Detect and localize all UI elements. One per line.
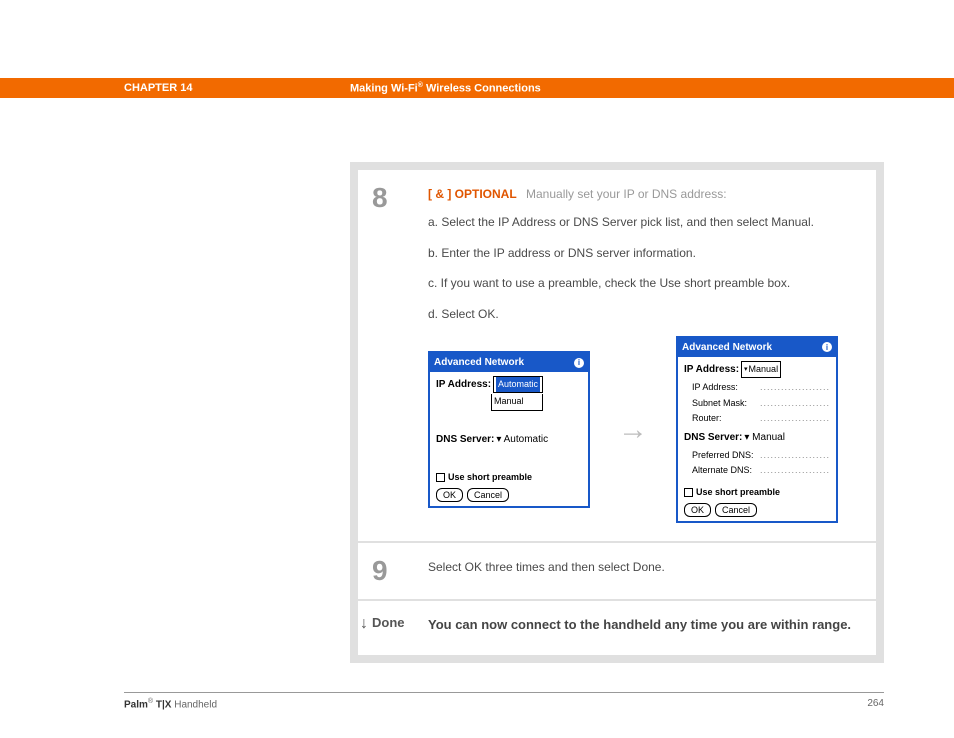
done-label-cell: ↓ Done <box>358 601 428 655</box>
palm-title-right: Advanced Network <box>682 339 772 356</box>
screenshots-row: Advanced Network i IP Address: Automatic… <box>428 336 862 523</box>
step-8-row: 8 [ & ] OPTIONAL Manually set your IP or… <box>358 170 876 541</box>
done-arrow-icon: ↓ <box>360 616 368 632</box>
ip-label-left: IP Address: <box>436 376 491 393</box>
info-icon: i <box>822 342 832 352</box>
step-8-list: a. Select the IP Address or DNS Server p… <box>428 212 862 324</box>
dns-label-left: DNS Server: <box>436 431 494 448</box>
dns-row-right: DNS Server: ▾ Manual <box>684 429 830 446</box>
palm-body-left: IP Address: Automatic Manual DNS Server:… <box>430 372 588 506</box>
preamble-label-right: Use short preamble <box>696 485 780 500</box>
dns-label-right: DNS Server: <box>684 429 742 446</box>
step-number-cell: 9 <box>358 543 428 599</box>
chapter-header: CHAPTER 14 Making Wi-Fi® Wireless Connec… <box>124 78 884 98</box>
step-9-row: 9 Select OK three times and then select … <box>358 541 876 599</box>
footer-divider <box>124 692 884 693</box>
ip-row-left: IP Address: Automatic <box>436 376 582 393</box>
palm-body-right: IP Address: ▾ Manual IP Address:........… <box>678 357 836 521</box>
footer-brand: Palm® T|X Handheld <box>124 698 217 710</box>
ip-dropdown-left[interactable]: Automatic <box>493 376 543 393</box>
palm-buttons-right: OK Cancel <box>684 503 830 517</box>
preamble-checkbox-right[interactable] <box>684 488 693 497</box>
ip-row-right: IP Address: ▾ Manual <box>684 361 830 378</box>
arrow-icon: → <box>618 404 648 455</box>
optional-tag: [ & ] OPTIONAL <box>428 187 517 201</box>
palm-titlebar-right: Advanced Network i <box>678 338 836 357</box>
preamble-row-left: Use short preamble <box>436 470 582 485</box>
done-label: Done <box>372 615 405 630</box>
info-icon: i <box>574 358 584 368</box>
dns-dropdown-left[interactable]: ▾ Automatic <box>496 431 548 448</box>
step-8d: d. Select OK. <box>428 304 862 324</box>
palm-title-left: Advanced Network <box>434 354 524 371</box>
done-text: You can now connect to the handheld any … <box>428 601 876 655</box>
dns-dropdown-right[interactable]: ▾ Manual <box>744 429 785 446</box>
step-8-body: [ & ] OPTIONAL Manually set your IP or D… <box>428 170 876 541</box>
preamble-checkbox-left[interactable] <box>436 473 445 482</box>
page-footer: Palm® T|X Handheld 264 <box>124 698 884 710</box>
palm-window-right: Advanced Network i IP Address: ▾ Manual … <box>676 336 838 523</box>
step-8a: a. Select the IP Address or DNS Server p… <box>428 212 862 232</box>
palm-titlebar-left: Advanced Network i <box>430 353 588 372</box>
step-number: 8 <box>372 182 428 214</box>
ip-address-sub: IP Address:.................... <box>684 380 830 395</box>
chapter-number: CHAPTER 14 <box>124 82 350 94</box>
ip-option-manual[interactable]: Manual <box>491 394 543 410</box>
palm-window-left: Advanced Network i IP Address: Automatic… <box>428 351 590 508</box>
chapter-title: Making Wi-Fi® Wireless Connections <box>350 82 541 95</box>
pref-dns-sub: Preferred DNS:.................... <box>684 448 830 463</box>
preamble-label-left: Use short preamble <box>448 470 532 485</box>
router-sub: Router:.................... <box>684 411 830 426</box>
step-8-intro: [ & ] OPTIONAL Manually set your IP or D… <box>428 184 862 204</box>
step-number-cell: 8 <box>358 170 428 541</box>
step-8c: c. If you want to use a preamble, check … <box>428 273 862 293</box>
step-number: 9 <box>372 555 428 587</box>
step-9-body: Select OK three times and then select Do… <box>428 543 876 599</box>
document-page: CHAPTER 14 Making Wi-Fi® Wireless Connec… <box>0 0 954 738</box>
page-number: 264 <box>867 698 884 710</box>
step-8b: b. Enter the IP address or DNS server in… <box>428 243 862 263</box>
cancel-button-right[interactable]: Cancel <box>715 503 757 517</box>
ok-button-left[interactable]: OK <box>436 488 463 502</box>
ok-button-right[interactable]: OK <box>684 503 711 517</box>
optional-intro-text: Manually set your IP or DNS address: <box>526 187 727 201</box>
palm-buttons-left: OK Cancel <box>436 488 582 502</box>
step-9-text: Select OK three times and then select Do… <box>428 560 665 574</box>
cancel-button-left[interactable]: Cancel <box>467 488 509 502</box>
preamble-row-right: Use short preamble <box>684 485 830 500</box>
ip-label-right: IP Address: <box>684 361 739 378</box>
subnet-sub: Subnet Mask:.................... <box>684 396 830 411</box>
alt-dns-sub: Alternate DNS:.................... <box>684 463 830 478</box>
dns-row-left: DNS Server: ▾ Automatic <box>436 431 582 448</box>
steps-container: 8 [ & ] OPTIONAL Manually set your IP or… <box>350 162 884 663</box>
done-row: ↓ Done You can now connect to the handhe… <box>358 599 876 655</box>
chapter-header-bar: CHAPTER 14 Making Wi-Fi® Wireless Connec… <box>0 78 954 98</box>
ip-dropdown-right[interactable]: ▾ Manual <box>741 361 781 378</box>
